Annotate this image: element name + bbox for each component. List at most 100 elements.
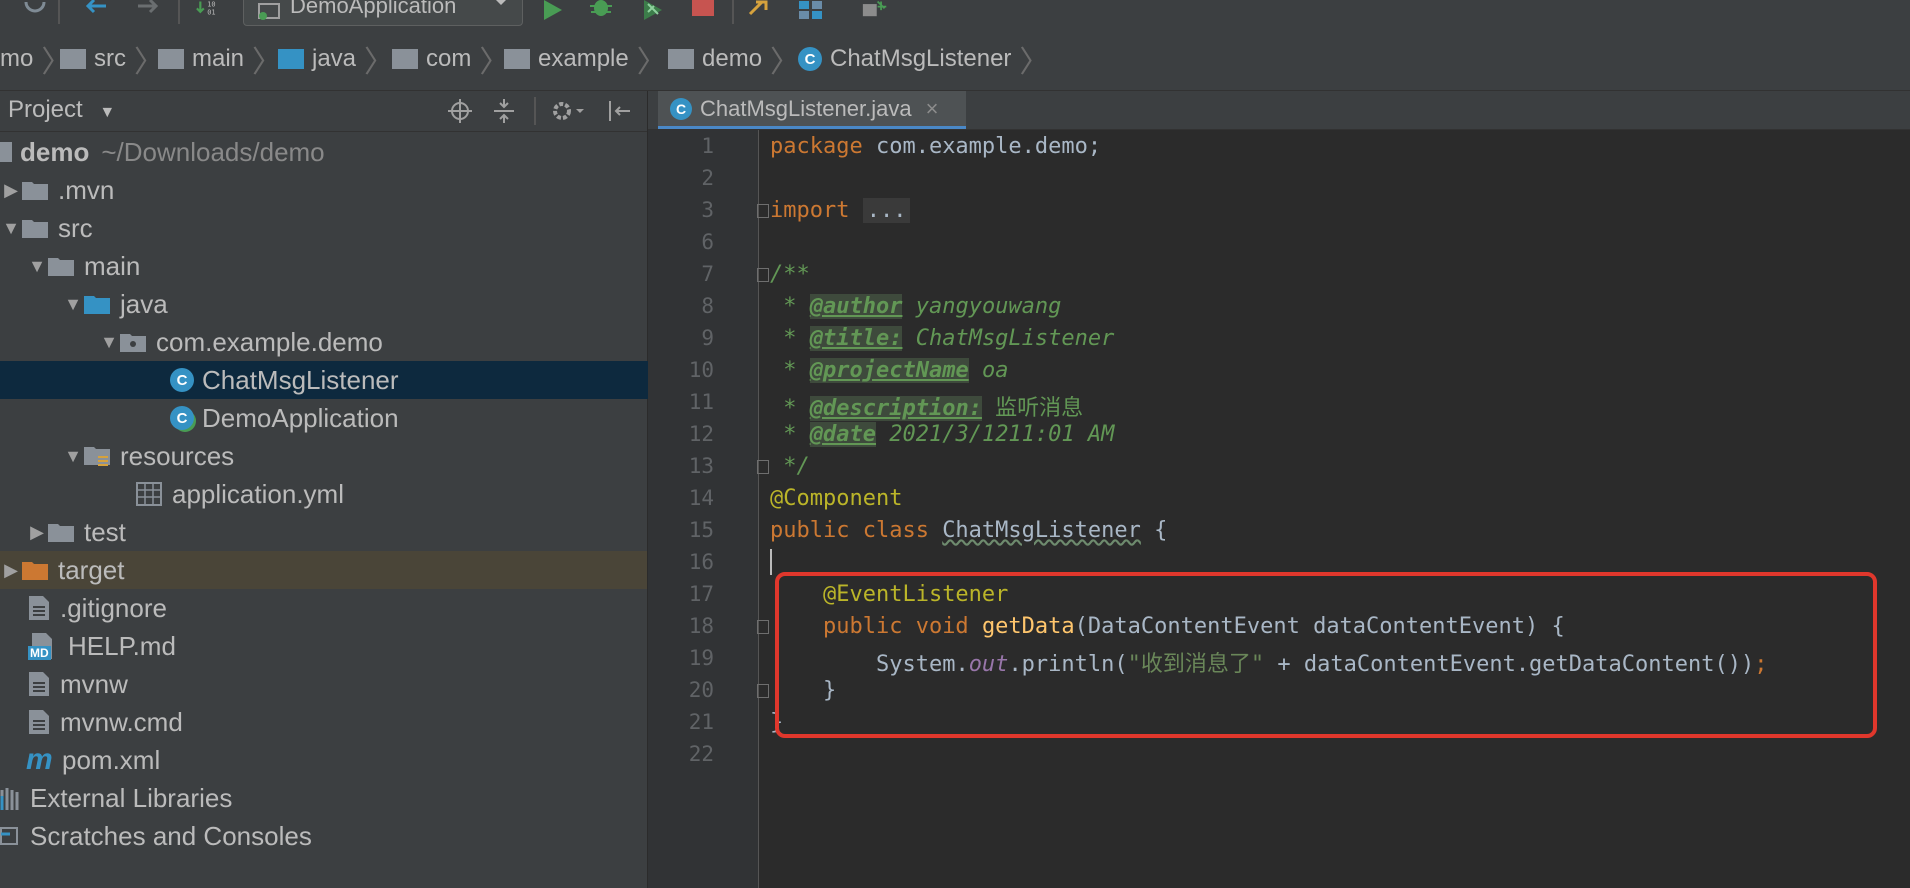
tree-item-main[interactable]: ▼ main: [0, 247, 673, 285]
gear-icon[interactable]: [550, 99, 584, 123]
tree-item-label: External Libraries: [30, 782, 233, 813]
tab-chatmsglistener-java[interactable]: C ChatMsgListener.java ×: [658, 91, 966, 129]
maven-icon: m: [26, 743, 53, 776]
collapse-all-icon[interactable]: [492, 99, 516, 123]
run-icon[interactable]: [540, 0, 566, 22]
source-folder-icon: [84, 296, 110, 314]
breadcrumb-label: mo: [0, 45, 34, 72]
doc-comment: *: [770, 294, 810, 319]
tree-item-java[interactable]: ▼ java: [0, 285, 709, 323]
chevron-down-icon[interactable]: ▼: [62, 446, 84, 467]
debug-icon[interactable]: [588, 0, 614, 22]
line-number: 20: [688, 678, 714, 702]
breadcrumb-item[interactable]: java 〉: [278, 43, 394, 79]
class-icon: C: [670, 97, 692, 120]
chevron-down-icon[interactable]: ▼: [98, 332, 120, 353]
tree-item-mvn[interactable]: ▶ .mvn: [0, 171, 647, 209]
line-number-gutter: 1 2 3 6 7 8 9 10 11 12 13 14 15 16 17 18…: [648, 130, 759, 888]
breadcrumb-label: java: [312, 45, 357, 72]
tree-item-package[interactable]: ▼ com.example.demo: [0, 323, 745, 361]
breadcrumb-item[interactable]: main 〉: [158, 43, 282, 79]
chevron-down-icon: [496, 0, 506, 5]
line-number: 17: [688, 582, 714, 606]
fold-icon[interactable]: [757, 620, 769, 634]
folder-icon: [22, 220, 48, 238]
runnable-class-icon: C: [170, 406, 194, 430]
sdk-icon[interactable]: [862, 0, 888, 22]
chevron-right-icon: 〉: [364, 46, 395, 79]
breadcrumb-item[interactable]: demo 〉: [668, 43, 800, 79]
breadcrumb-item[interactable]: src 〉: [60, 43, 164, 79]
tree-item-resources[interactable]: ▼ resources: [0, 437, 709, 475]
folder-icon: [60, 49, 86, 69]
run-configuration-select[interactable]: DemoApplication: [243, 0, 523, 26]
tree-item-scratches[interactable]: Scratches and Consoles: [0, 817, 647, 855]
forward-icon[interactable]: [136, 0, 162, 22]
chevron-right-icon[interactable]: ▶: [0, 180, 22, 201]
chevron-down-icon[interactable]: ▼: [26, 256, 48, 277]
doc-value: yangyouwang: [902, 294, 1062, 319]
class-icon: C: [798, 47, 822, 71]
hide-panel-icon[interactable]: [608, 99, 632, 123]
tree-item-mvnw-cmd[interactable]: mvnw.cmd: [0, 703, 675, 741]
tree-item-label: demo: [20, 136, 90, 167]
folded-imports[interactable]: ...: [862, 198, 911, 223]
breadcrumb-item[interactable]: example 〉: [504, 43, 667, 79]
locate-icon[interactable]: [448, 99, 472, 123]
stop-icon[interactable]: [690, 0, 716, 22]
keyword: package: [770, 134, 863, 159]
tree-item-pom-xml[interactable]: m pom.xml: [0, 741, 673, 779]
annotation: @Component: [770, 486, 903, 511]
tree-item-mvnw[interactable]: mvnw: [0, 665, 675, 703]
code-line-10: * @projectName oa: [770, 358, 1008, 383]
fold-icon[interactable]: [757, 460, 769, 474]
breadcrumb-label: example: [538, 45, 629, 72]
fold-icon[interactable]: [757, 268, 769, 282]
coverage-icon[interactable]: [640, 0, 666, 22]
line-number: 15: [688, 518, 714, 542]
toolbar-separator: [178, 0, 180, 24]
scratches-icon: [0, 827, 18, 845]
tree-item-label: src: [58, 212, 93, 243]
breadcrumb-item[interactable]: com 〉: [392, 43, 509, 79]
breadcrumb-label: demo: [702, 45, 763, 72]
highlight-annotation-box: [775, 572, 1877, 738]
package-icon: [392, 49, 418, 69]
sort-icon[interactable]: 1001: [196, 0, 222, 22]
doc-tag: @description:: [809, 396, 982, 421]
tree-item-gitignore[interactable]: .gitignore: [0, 589, 675, 627]
text-file-icon: [29, 672, 49, 696]
application-icon: [258, 3, 280, 20]
tree-item-demo[interactable]: demo ~/Downloads/demo: [0, 133, 647, 171]
project-panel-header: Project ▼: [0, 91, 647, 132]
doc-value: 监听消息: [981, 396, 1084, 421]
sync-icon[interactable]: [22, 0, 48, 22]
code-line-1: package com.example.demo;: [770, 134, 1101, 159]
doc-tag: @author: [809, 294, 903, 319]
tree-item-src[interactable]: ▼ src: [0, 209, 647, 247]
doc-comment: /**: [770, 262, 810, 287]
code-editor[interactable]: package com.example.demo; import ... /**…: [757, 130, 1910, 888]
tree-item-external-libraries[interactable]: External Libraries: [0, 779, 647, 817]
project-view-selector[interactable]: Project ▼: [8, 96, 115, 124]
chevron-right-icon[interactable]: ▶: [0, 560, 22, 581]
project-panel-title: Project: [8, 96, 83, 123]
back-icon[interactable]: [82, 0, 108, 22]
markdown-file-icon: MD: [28, 632, 58, 660]
chevron-right-icon[interactable]: ▶: [26, 522, 48, 543]
chevron-right-icon: 〉: [636, 46, 667, 79]
doc-comment: */: [770, 454, 810, 479]
structure-icon[interactable]: [798, 0, 824, 22]
chevron-down-icon[interactable]: ▼: [0, 218, 22, 239]
libraries-icon: [0, 788, 19, 810]
tree-item-help-md[interactable]: MD HELP.md: [0, 627, 675, 665]
fold-icon[interactable]: [757, 684, 769, 698]
fold-icon[interactable]: [757, 204, 769, 218]
tree-item-test[interactable]: ▶ test: [0, 513, 673, 551]
build-icon[interactable]: [748, 0, 774, 22]
doc-value: ChatMsgListener: [902, 326, 1115, 351]
tree-item-target[interactable]: ▶ target: [0, 551, 647, 589]
chevron-down-icon[interactable]: ▼: [62, 294, 84, 315]
close-icon[interactable]: ×: [926, 96, 939, 122]
breadcrumb-item[interactable]: C ChatMsgListener 〉: [798, 43, 1049, 79]
